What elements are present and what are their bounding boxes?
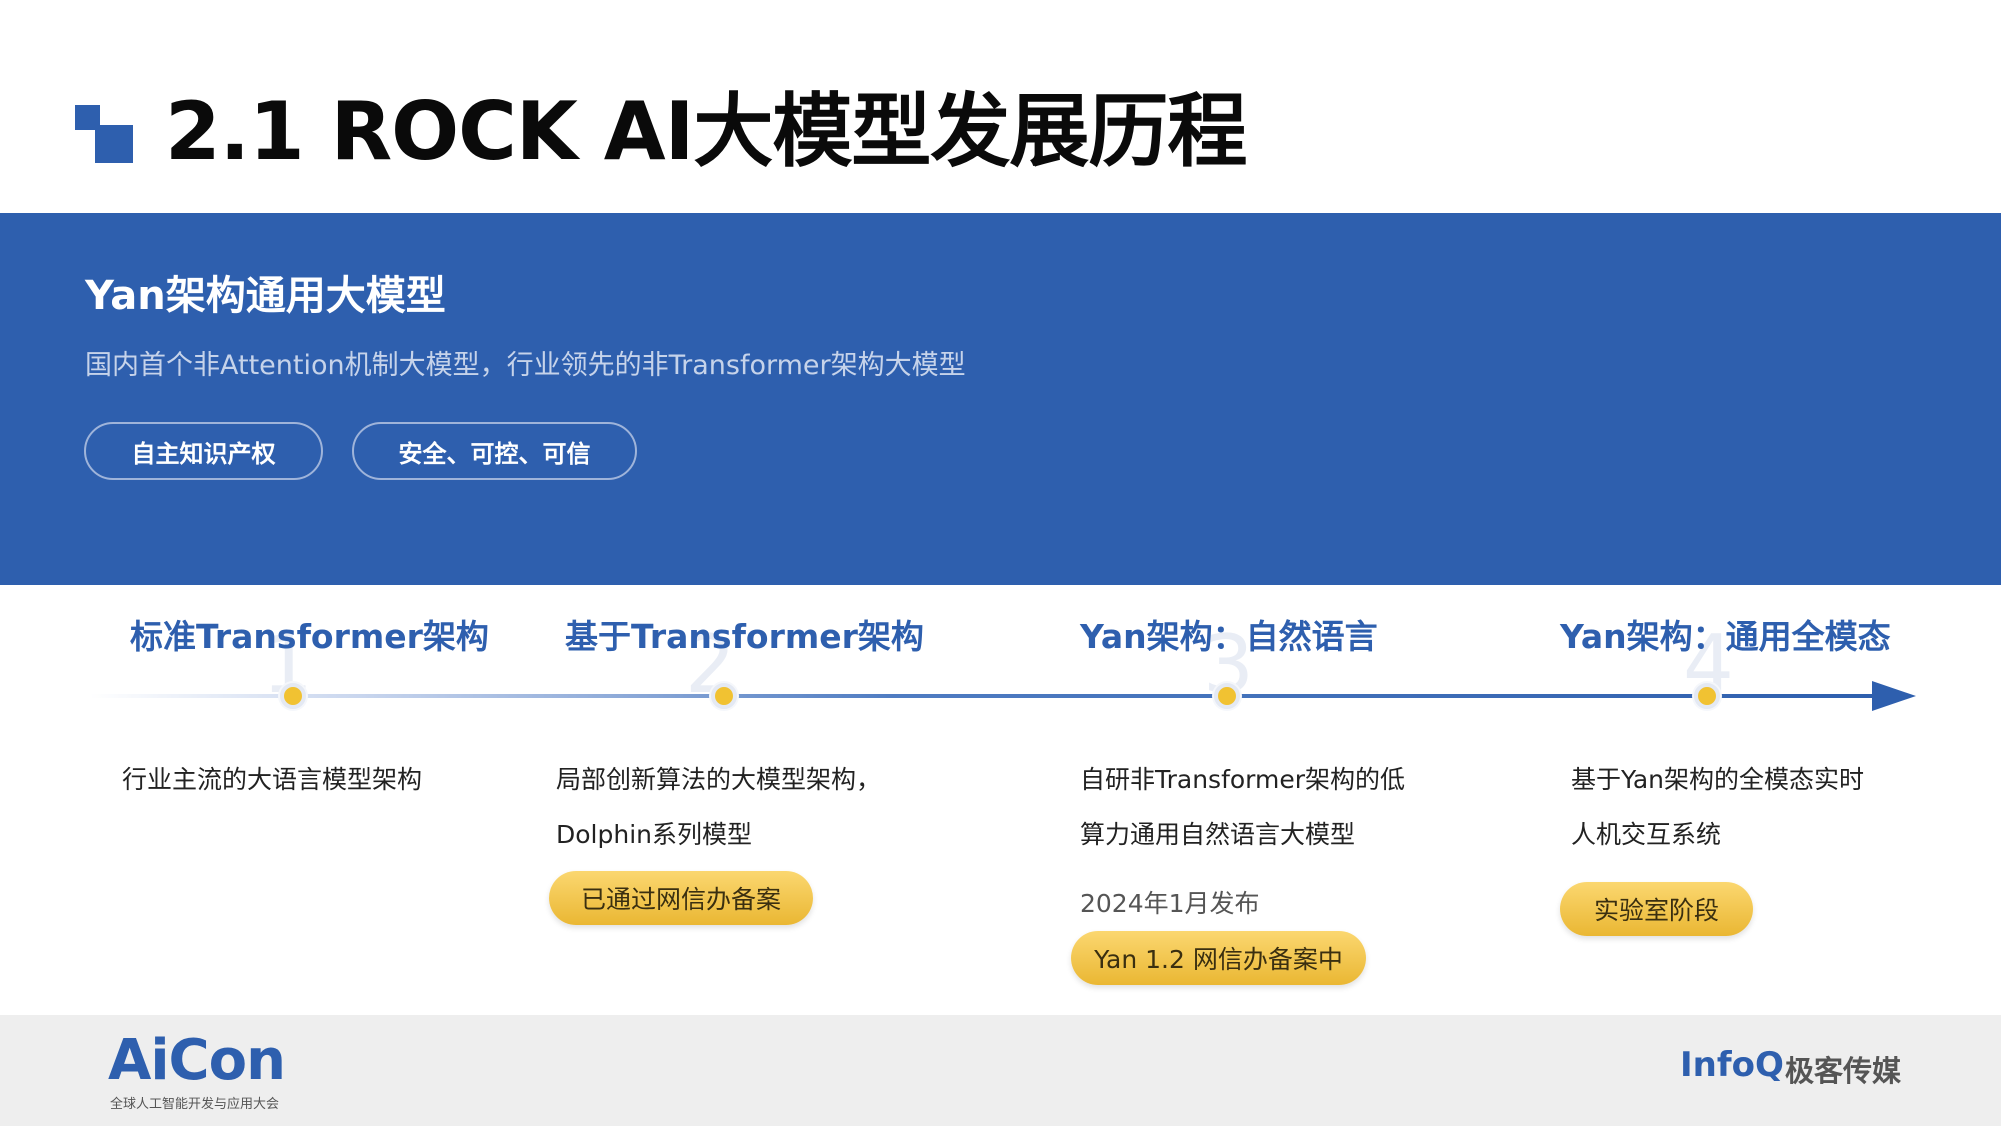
stage-desc-2: 局部创新算法的大模型架构， Dolphin系列模型: [556, 752, 881, 862]
tag-secure-controllable: 安全、可控、可信: [352, 422, 637, 480]
aicon-logo: AiCon: [108, 1028, 286, 1093]
footer: AiCon 全球人工智能开发与应用大会 InfoQ 极客传媒: [0, 1015, 2001, 1126]
stage-desc-3-line-2: 算力通用自然语言大模型: [1080, 820, 1356, 849]
badge-filing-in-progress: Yan 1.2 网信办备案中: [1071, 931, 1366, 985]
timeline-dot-3: [1214, 683, 1240, 709]
badge-lab-stage: 实验室阶段: [1560, 882, 1753, 936]
banner-description: 国内首个非Attention机制大模型，行业领先的非Transformer架构大…: [85, 350, 966, 381]
stage-desc-2-line-1: 局部创新算法的大模型架构，: [556, 765, 882, 794]
timeline-dot-4: [1694, 683, 1720, 709]
stage-desc-4-line-1: 基于Yan架构的全模态实时: [1571, 765, 1864, 794]
stage-desc-3-line-1: 自研非Transformer架构的低: [1080, 765, 1406, 794]
tag-ip-rights: 自主知识产权: [84, 422, 323, 480]
timeline-line: [90, 694, 1875, 698]
stage-title-1: 标准Transformer架构: [130, 617, 489, 656]
banner-title: Yan架构通用大模型: [85, 273, 446, 319]
timeline-dot-1: [280, 683, 306, 709]
badge-registered: 已通过网信办备案: [549, 871, 813, 925]
title-decoration-icon: [75, 105, 135, 165]
stage-desc-3: 自研非Transformer架构的低 算力通用自然语言大模型: [1080, 752, 1405, 862]
page-title: 2.1 ROCK AI大模型发展历程: [165, 85, 1247, 178]
stage-desc-4-line-2: 人机交互系统: [1571, 820, 1722, 849]
stage-desc-1-line-1: 行业主流的大语言模型架构: [122, 765, 423, 794]
stage-desc-2-line-2: Dolphin系列模型: [556, 820, 752, 849]
geek-media-logo: 极客传媒: [1785, 1054, 1902, 1088]
intro-banner: Yan架构通用大模型 国内首个非Attention机制大模型，行业领先的非Tra…: [0, 213, 2001, 585]
infoq-logo: InfoQ: [1680, 1045, 1784, 1085]
stage-desc-4: 基于Yan架构的全模态实时 人机交互系统: [1571, 752, 1864, 862]
stage-date-3: 2024年1月发布: [1080, 889, 1260, 918]
stage-title-2: 基于Transformer架构: [565, 617, 924, 656]
stage-title-4: Yan架构：通用全模态: [1560, 617, 1891, 656]
stage-desc-1: 行业主流的大语言模型架构: [122, 752, 422, 807]
timeline-arrow-icon: [1872, 681, 1916, 711]
timeline-dot-2: [711, 683, 737, 709]
aicon-logo-subtitle: 全球人工智能开发与应用大会: [110, 1097, 280, 1112]
stage-title-3: Yan架构：自然语言: [1080, 617, 1378, 656]
